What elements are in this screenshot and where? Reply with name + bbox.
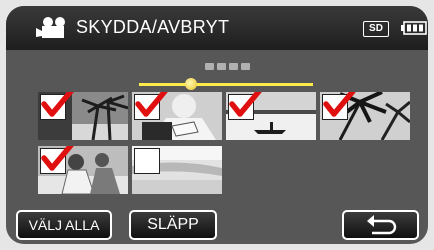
page-dot (241, 63, 250, 70)
video-camera-icon (36, 17, 65, 38)
header-bar: SKYDDA/AVBRYT SD (6, 6, 428, 50)
release-button[interactable]: SLÄPP (129, 210, 217, 240)
thumbnail-boat-on-lake[interactable] (226, 92, 316, 140)
page-dot (217, 63, 226, 70)
checkmark-icon (229, 92, 262, 117)
checkmark-icon (41, 146, 74, 171)
thumbnail-palm-leaves[interactable] (320, 92, 410, 140)
page-slider-track[interactable] (139, 83, 313, 86)
thumbnail-palm-trees[interactable] (38, 92, 128, 140)
page-indicator (205, 63, 250, 70)
thumbnail-person-reading[interactable] (132, 92, 222, 140)
return-arrow-icon (366, 215, 396, 235)
checkmark-icon (135, 92, 168, 117)
sd-card-badge: SD (363, 21, 389, 37)
screen: SKYDDA/AVBRYT SD VÄLJ ALLA SLÄPP (0, 0, 434, 250)
screen-title: SKYDDA/AVBRYT (76, 17, 230, 37)
lcd-panel: SKYDDA/AVBRYT SD VÄLJ ALLA SLÄPP (6, 6, 428, 244)
checkmark-icon (41, 92, 74, 117)
battery-icon (401, 21, 427, 35)
select-all-button[interactable]: VÄLJ ALLA (16, 210, 112, 240)
page-slider-thumb[interactable] (185, 78, 198, 90)
page-dot (205, 63, 214, 70)
checkmark-icon (323, 92, 356, 117)
thumbnail-beach-shore[interactable] (132, 146, 222, 194)
thumbnail-people-at-beach[interactable] (38, 146, 128, 194)
page-dot (229, 63, 238, 70)
back-button[interactable] (342, 210, 419, 240)
selection-checkbox[interactable] (134, 148, 160, 174)
